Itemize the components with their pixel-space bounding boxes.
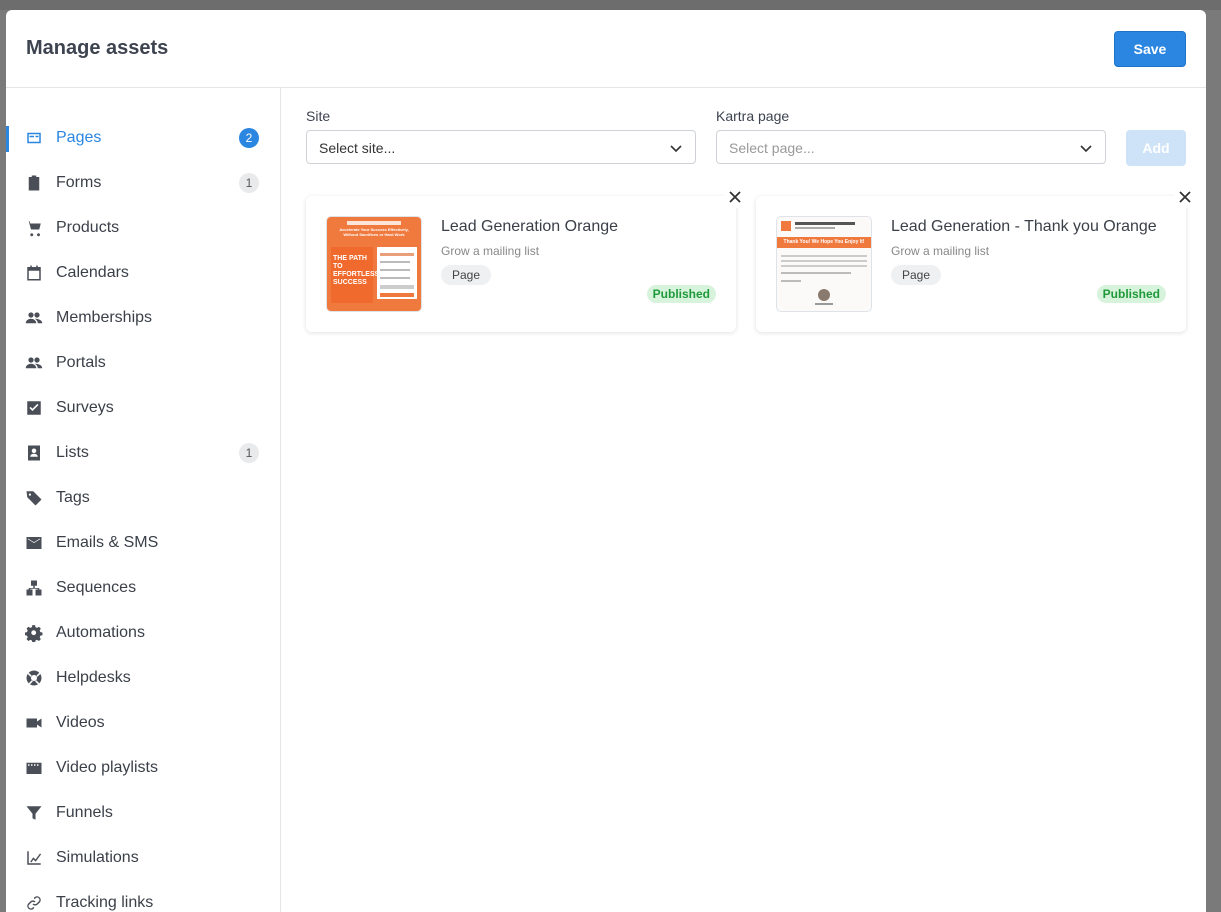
- sidebar-item-label: Memberships: [56, 309, 153, 326]
- sidebar-item-pages[interactable]: Pages 2: [6, 116, 280, 161]
- sidebar-item-tags[interactable]: Tags: [6, 476, 280, 521]
- video-camera-icon: [25, 714, 43, 732]
- thumbnail-headline: Accelerate Your Success Effectively, Wit…: [339, 227, 409, 237]
- asset-subtitle: Grow a mailing list: [441, 244, 540, 258]
- asset-type-sidebar: Pages 2 Forms 1 Products Calendars Membe…: [6, 88, 281, 912]
- sidebar-item-products[interactable]: Products: [6, 206, 280, 251]
- sidebar-item-label: Surveys: [56, 399, 114, 416]
- kartra-page-placeholder: Select page...: [729, 140, 815, 156]
- page-thumbnail: Accelerate Your Success Effectively, Wit…: [326, 216, 422, 312]
- thumbnail-banner: Thank You! We Hope You Enjoy It!: [783, 239, 865, 245]
- active-indicator: [6, 126, 9, 152]
- sidebar-item-calendars[interactable]: Calendars: [6, 251, 280, 296]
- sidebar-item-helpdesks[interactable]: Helpdesks: [6, 656, 280, 701]
- sidebar-item-label: Simulations: [56, 849, 139, 866]
- site-select[interactable]: Select site...: [306, 130, 696, 164]
- sidebar-item-label: Video playlists: [56, 759, 158, 776]
- sidebar-item-label: Forms: [56, 174, 102, 191]
- close-icon: [1179, 191, 1191, 203]
- sidebar-item-forms[interactable]: Forms 1: [6, 161, 280, 206]
- sidebar-item-video-playlists[interactable]: Video playlists: [6, 746, 280, 791]
- sidebar-item-tracking-links[interactable]: Tracking links: [6, 881, 280, 912]
- sidebar-item-label: Tracking links: [56, 894, 154, 911]
- clipboard-icon: [25, 174, 43, 192]
- remove-asset-button[interactable]: [1174, 186, 1196, 208]
- sidebar-item-memberships[interactable]: Memberships: [6, 296, 280, 341]
- sidebar-item-simulations[interactable]: Simulations: [6, 836, 280, 881]
- remove-asset-button[interactable]: [724, 186, 746, 208]
- thumbnail-hero: THE PATH TO EFFORTLESS SUCCESS: [333, 255, 380, 286]
- status-badge: Published: [646, 285, 716, 303]
- sidebar-item-label: Products: [56, 219, 120, 236]
- checkbox-icon: [25, 399, 43, 417]
- add-button[interactable]: Add: [1126, 130, 1186, 166]
- sidebar-item-emails-sms[interactable]: Emails & SMS: [6, 521, 280, 566]
- people-icon: [25, 309, 43, 327]
- sidebar-item-label: Automations: [56, 624, 145, 641]
- sidebar-item-label: Lists: [56, 444, 89, 461]
- sidebar-item-label: Tags: [56, 489, 90, 506]
- sidebar-item-videos[interactable]: Videos: [6, 701, 280, 746]
- modal-header: Manage assets Save: [6, 10, 1206, 88]
- chevron-down-icon: [669, 141, 683, 155]
- asset-subtitle: Grow a mailing list: [891, 244, 990, 258]
- sequence-icon: [25, 579, 43, 597]
- sidebar-item-label: Calendars: [56, 264, 129, 281]
- mail-icon: [25, 534, 43, 552]
- kartra-page-select[interactable]: Select page...: [716, 130, 1106, 164]
- count-badge: 2: [239, 128, 259, 148]
- sidebar-item-label: Funnels: [56, 804, 113, 821]
- calendar-icon: [25, 264, 43, 282]
- sidebar-item-label: Helpdesks: [56, 669, 131, 686]
- link-icon: [25, 894, 43, 912]
- asset-title: Lead Generation Orange: [441, 218, 619, 235]
- sidebar-item-surveys[interactable]: Surveys: [6, 386, 280, 431]
- contact-list-icon: [25, 444, 43, 462]
- asset-type-badge: Page: [441, 265, 492, 285]
- chart-line-icon: [25, 849, 43, 867]
- lifebuoy-icon: [25, 669, 43, 687]
- chevron-down-icon: [1079, 141, 1093, 155]
- gear-icon: [25, 624, 43, 642]
- sidebar-item-lists[interactable]: Lists 1: [6, 431, 280, 476]
- page-thumbnail: Thank You! We Hope You Enjoy It!: [776, 216, 872, 312]
- save-button[interactable]: Save: [1114, 31, 1186, 67]
- site-select-value: Select site...: [319, 140, 396, 156]
- sidebar-item-label: Portals: [56, 354, 106, 371]
- sidebar-item-portals[interactable]: Portals: [6, 341, 280, 386]
- site-label: Site: [306, 108, 331, 124]
- sidebar-item-label: Videos: [56, 714, 105, 731]
- people-icon: [25, 354, 43, 372]
- asset-title: Lead Generation - Thank you Orange: [891, 218, 1157, 235]
- count-badge: 1: [239, 173, 259, 193]
- sidebar-item-label: Sequences: [56, 579, 137, 596]
- tag-icon: [25, 489, 43, 507]
- sidebar-item-sequences[interactable]: Sequences: [6, 566, 280, 611]
- pages-icon: [25, 129, 43, 147]
- asset-card[interactable]: Thank You! We Hope You Enjoy It! Lead Ge…: [756, 186, 1196, 332]
- funnel-icon: [25, 804, 43, 822]
- asset-card[interactable]: Accelerate Your Success Effectively, Wit…: [306, 186, 746, 332]
- manage-assets-modal: Manage assets Save Pages 2 Forms 1 Produ…: [6, 10, 1206, 912]
- film-icon: [25, 759, 43, 777]
- status-badge: Published: [1096, 285, 1166, 303]
- count-badge: 1: [239, 443, 259, 463]
- kartra-page-label: Kartra page: [716, 108, 790, 124]
- sidebar-item-automations[interactable]: Automations: [6, 611, 280, 656]
- asset-type-badge: Page: [891, 265, 942, 285]
- modal-title: Manage assets: [26, 37, 169, 59]
- cart-icon: [25, 219, 43, 237]
- sidebar-item-label: Pages: [56, 129, 102, 146]
- asset-content-area: Site Select site... Kartra page Select p…: [281, 88, 1206, 912]
- sidebar-item-label: Emails & SMS: [56, 534, 159, 551]
- modal-backdrop: [0, 0, 1221, 10]
- close-icon: [729, 191, 741, 203]
- sidebar-item-funnels[interactable]: Funnels: [6, 791, 280, 836]
